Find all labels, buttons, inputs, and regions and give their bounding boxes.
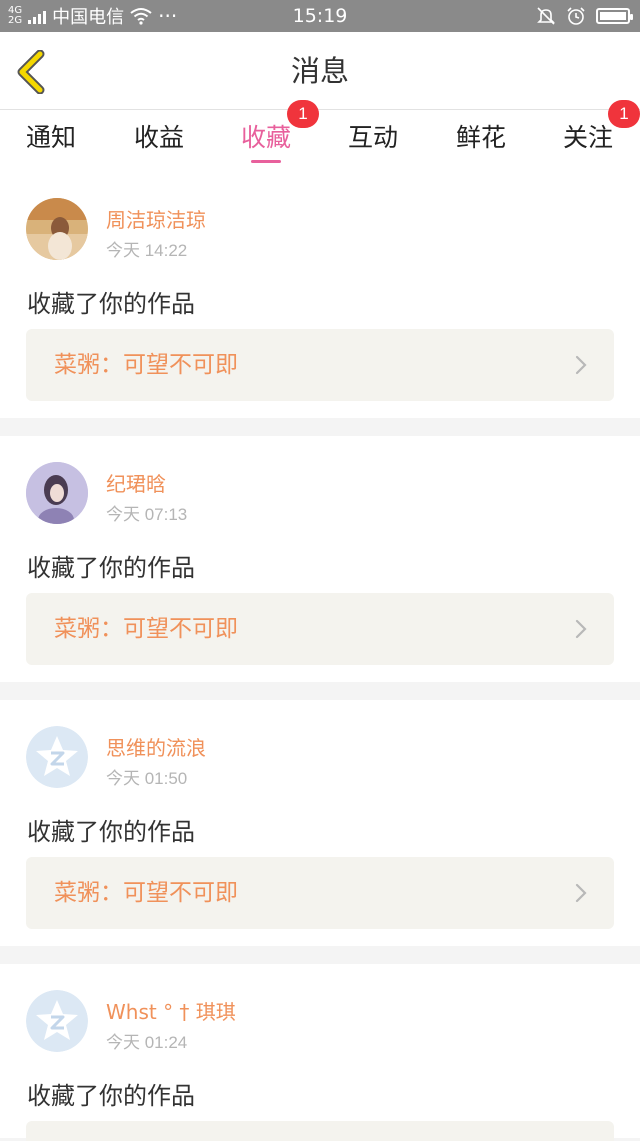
tab-label: 收藏 xyxy=(240,123,291,152)
message-item: 纪珺晗 今天 07:13 收藏了你的作品 菜粥：可望不可即 xyxy=(0,436,640,682)
tab-label: 关注 xyxy=(562,123,613,152)
default-qq-avatar-icon xyxy=(26,726,88,788)
tab-bar: 通知 收益 收藏 1 互动 鲜花 关注 1 xyxy=(0,100,640,172)
unread-badge: 1 xyxy=(608,100,640,128)
tab-follow[interactable]: 关注 1 xyxy=(548,100,640,172)
active-tab-indicator xyxy=(251,160,281,163)
tab-earnings[interactable]: 收益 xyxy=(119,110,199,172)
page-title: 消息 xyxy=(290,54,349,88)
tab-notice[interactable]: 通知 xyxy=(11,110,91,172)
chevron-right-icon xyxy=(575,355,587,375)
chevron-right-icon xyxy=(575,619,587,639)
default-qq-avatar-icon xyxy=(26,990,88,1052)
status-bar: 4G 2G 中国电信 ··· 15:19 xyxy=(0,0,640,32)
photo-avatar-1 xyxy=(26,198,88,260)
mute-bell-icon xyxy=(537,7,555,25)
work-title: 菜粥：可望不可即 xyxy=(54,352,238,378)
avatar[interactable] xyxy=(26,726,88,788)
message-time: 今天 01:50 xyxy=(106,769,188,788)
username[interactable]: 纪珺晗 xyxy=(106,468,166,497)
unread-badge: 1 xyxy=(287,100,319,128)
work-link[interactable] xyxy=(26,1121,614,1141)
chevron-right-icon xyxy=(575,883,587,903)
avatar[interactable] xyxy=(26,462,88,524)
photo-avatar-2 xyxy=(26,462,88,524)
nav-bar: 消息 xyxy=(0,32,640,110)
work-title: 菜粥：可望不可即 xyxy=(54,880,238,906)
avatar[interactable] xyxy=(26,990,88,1052)
message-time: 今天 14:22 xyxy=(106,241,188,260)
tab-label: 收益 xyxy=(133,123,184,152)
status-right xyxy=(536,0,633,32)
action-text: 收藏了你的作品 xyxy=(27,1082,195,1110)
work-link[interactable]: 菜粥：可望不可即 xyxy=(26,857,614,929)
username[interactable]: 周洁琼洁琼 xyxy=(106,204,206,233)
work-title: 菜粥：可望不可即 xyxy=(54,616,238,642)
tab-flowers[interactable]: 鲜花 xyxy=(441,110,521,172)
tab-label: 鲜花 xyxy=(455,123,506,152)
work-link[interactable]: 菜粥：可望不可即 xyxy=(26,329,614,401)
action-text: 收藏了你的作品 xyxy=(27,818,195,846)
message-time: 今天 07:13 xyxy=(106,505,188,524)
action-text: 收藏了你的作品 xyxy=(27,290,195,318)
alarm-icon xyxy=(567,7,585,25)
work-link[interactable]: 菜粥：可望不可即 xyxy=(26,593,614,665)
action-text: 收藏了你的作品 xyxy=(27,554,195,582)
username[interactable]: Whst ° † 琪琪 xyxy=(106,996,236,1025)
message-time: 今天 01:24 xyxy=(106,1033,188,1052)
message-item: 周洁琼洁琼 今天 14:22 收藏了你的作品 菜粥：可望不可即 xyxy=(0,172,640,418)
message-item: 思维的流浪 今天 01:50 收藏了你的作品 菜粥：可望不可即 xyxy=(0,700,640,946)
tab-label: 通知 xyxy=(25,123,76,152)
avatar[interactable] xyxy=(26,198,88,260)
message-item: Whst ° † 琪琪 今天 01:24 收藏了你的作品 xyxy=(0,964,640,1141)
tab-label: 互动 xyxy=(347,123,398,152)
battery-icon xyxy=(596,8,633,24)
tab-favorites[interactable]: 收藏 1 xyxy=(226,100,319,172)
tab-interaction[interactable]: 互动 xyxy=(333,110,413,172)
username[interactable]: 思维的流浪 xyxy=(106,732,206,761)
